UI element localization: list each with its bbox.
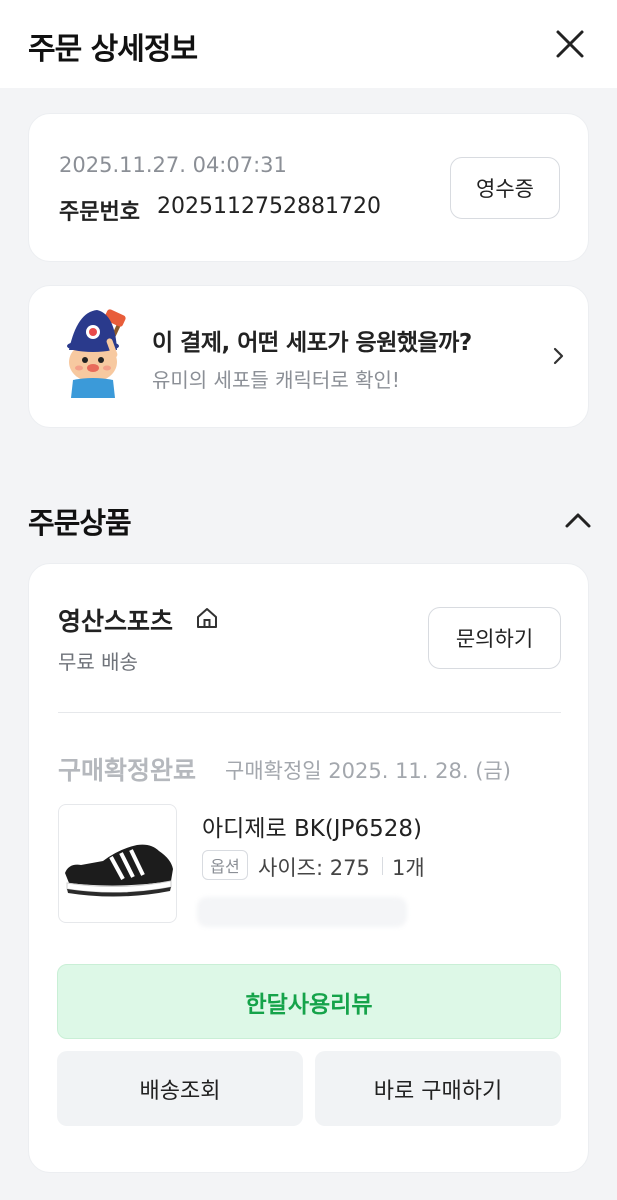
order-info-card: 2025.11.27. 04:07:31 주문번호 20251127528817… [28, 113, 589, 262]
buy-again-button[interactable]: 바로 구매하기 [315, 1051, 561, 1126]
option-size: 사이즈: 275 [258, 856, 370, 880]
seller-name[interactable]: 영산스포츠 [58, 602, 173, 638]
promo-subtitle: 유미의 세포들 캐릭터로 확인! [152, 368, 400, 392]
mascot-icon [59, 306, 135, 398]
shipping-fee: 무료 배송 [58, 650, 138, 674]
option-quantity: 1개 [392, 856, 425, 880]
header: 주문 상세정보 [0, 0, 617, 88]
order-status: 구매확정완료 [58, 756, 197, 785]
close-icon [556, 30, 584, 58]
promo-banner[interactable]: 이 결제, 어떤 세포가 응원했을까? 유미의 세포들 캐릭터로 확인! [28, 285, 589, 428]
order-number-value: 2025112752881720 [157, 194, 381, 219]
blurred-content [197, 897, 407, 927]
product-thumbnail[interactable] [58, 804, 177, 923]
page-title: 주문 상세정보 [28, 32, 198, 67]
product-name[interactable]: 아디제로 BK(JP6528) [202, 809, 422, 843]
order-number-label: 주문번호 [59, 200, 140, 225]
close-button[interactable] [550, 24, 590, 64]
track-delivery-button[interactable]: 배송조회 [57, 1051, 303, 1126]
home-icon[interactable] [195, 606, 219, 630]
chevron-up-icon [565, 513, 591, 528]
monthly-review-button[interactable]: 한달사용리뷰 [57, 964, 561, 1039]
confirm-date: 구매확정일 2025. 11. 28. (금) [225, 759, 511, 783]
chevron-right-icon [548, 346, 568, 366]
option-tag: 옵션 [202, 850, 248, 880]
divider [58, 712, 561, 713]
receipt-button[interactable]: 영수증 [450, 157, 560, 219]
section-title-products: 주문상품 [28, 506, 132, 540]
inquiry-button[interactable]: 문의하기 [428, 607, 561, 669]
order-datetime: 2025.11.27. 04:07:31 [59, 153, 287, 177]
promo-title: 이 결제, 어떤 세포가 응원했을까? [152, 330, 472, 356]
product-card: 영산스포츠 무료 배송 문의하기 구매확정완료 구매확정일 2025. 11. … [28, 563, 589, 1173]
option-separator [382, 857, 383, 875]
collapse-toggle[interactable] [560, 503, 596, 539]
